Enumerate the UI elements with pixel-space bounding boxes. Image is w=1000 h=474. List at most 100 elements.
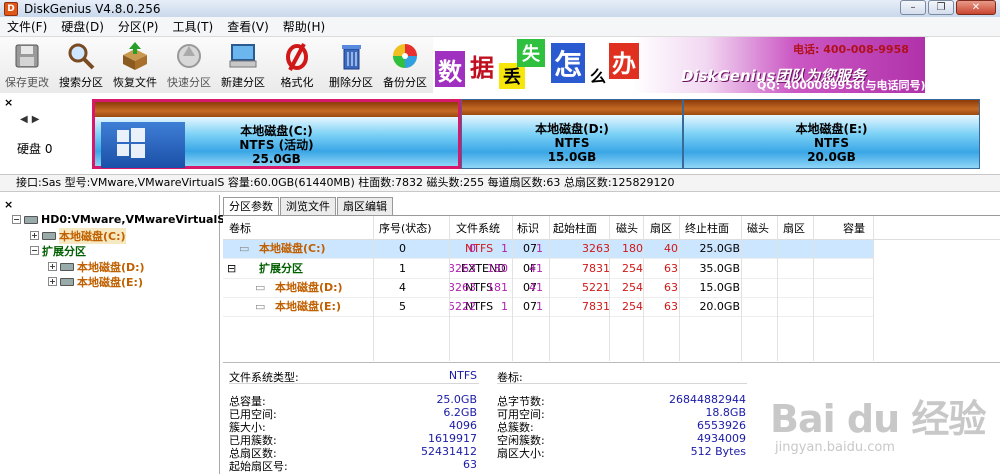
column-divider (512, 216, 513, 361)
format-button[interactable]: 格式化 (270, 37, 324, 93)
menu-help[interactable]: 帮助(H) (276, 18, 332, 35)
menu-file[interactable]: 文件(F) (0, 18, 54, 35)
cell-end-cyl: 3263 (582, 242, 610, 255)
tree-item-d[interactable]: + 本地磁盘(D:) (48, 259, 145, 274)
column-divider (449, 216, 450, 361)
tab-sector-edit[interactable]: 扇区编辑 (337, 197, 393, 215)
expand-icon[interactable]: + (48, 277, 57, 286)
ad-banner[interactable]: 数 据 丢 失 怎 么 办 电话: 400-008-9958 DiskGeniu… (433, 37, 925, 93)
save-changes-button[interactable]: 保存更改 (0, 37, 54, 93)
search-partition-label: 搜索分区 (59, 76, 103, 89)
col-header[interactable]: 容量 (843, 220, 865, 236)
backup-disc-icon (389, 41, 421, 71)
recover-files-label: 恢复文件 (113, 76, 157, 89)
close-button[interactable]: ✕ (956, 0, 996, 15)
detail-value: 4096 (449, 419, 477, 432)
trash-icon (335, 41, 367, 71)
cell-end-cyl: 7831 (582, 300, 610, 313)
partition-d-block[interactable]: 本地磁盘(D:) NTFS 15.0GB (461, 99, 683, 169)
cell-start-cyl: 0 (469, 242, 476, 255)
cell-start-head: 1 (501, 300, 508, 313)
cell-start-head: 1 (501, 242, 508, 255)
table-row[interactable]: ▭ 本地磁盘(C:) 0 NTFS 07 0 1 1 3263 180 40 2… (223, 240, 873, 259)
tree-item-label: 本地磁盘(D:) (77, 260, 145, 274)
partition-c-block[interactable]: 本地磁盘(C:) NTFS (活动) 25.0GB (92, 99, 461, 169)
expand-icon[interactable]: + (48, 262, 57, 271)
cell-start-sector: 1 (536, 300, 543, 313)
tree-close-icon[interactable]: × (4, 198, 13, 211)
col-header[interactable]: 磁头 (747, 220, 769, 236)
window-controls: – ❐ ✕ (900, 0, 996, 15)
table-row[interactable]: ▭ 本地磁盘(E:) 5 NTFS 07 5222 1 1 7831 254 6… (223, 298, 873, 317)
backup-partition-button[interactable]: 备份分区 (378, 37, 432, 93)
disk-label: 硬盘 0 (17, 142, 53, 156)
col-header[interactable]: 扇区 (650, 220, 672, 236)
row-drive-icon: ▭ (255, 281, 266, 294)
col-header[interactable]: 终止柱面 (685, 220, 729, 236)
partition-e-info: 本地磁盘(E:) NTFS 20.0GB (684, 122, 979, 164)
col-header[interactable]: 卷标 (229, 220, 251, 236)
menu-disk[interactable]: 硬盘(D) (54, 18, 111, 35)
disk-nav-arrows-icon[interactable]: ◀▶ (20, 114, 43, 125)
col-header[interactable]: 起始柱面 (553, 220, 597, 236)
tree-item-extended[interactable]: − 扩展分区 (30, 243, 86, 258)
search-partition-button[interactable]: 搜索分区 (54, 37, 108, 93)
col-header[interactable]: 磁头 (616, 220, 638, 236)
row-drive-icon: ▭ (255, 300, 266, 313)
menu-tools[interactable]: 工具(T) (166, 18, 221, 35)
magnifier-icon (65, 41, 97, 71)
col-header[interactable]: 标识 (517, 220, 539, 236)
menu-partition[interactable]: 分区(P) (111, 18, 166, 35)
col-header[interactable]: 序号(状态) (379, 220, 432, 236)
detail-value: 63 (463, 458, 477, 471)
col-header[interactable]: 扇区 (783, 220, 805, 236)
cell-end-sector: 40 (664, 242, 678, 255)
detail-value: 1619917 (428, 432, 477, 445)
tab-browse-files[interactable]: 浏览文件 (280, 197, 336, 215)
detail-value: 6.2GB (443, 406, 477, 419)
format-label: 格式化 (280, 76, 314, 89)
minimize-button[interactable]: – (900, 0, 926, 15)
hard-disk-icon (24, 215, 38, 224)
delete-partition-label: 删除分区 (329, 76, 373, 89)
tree-item-hd0[interactable]: − HD0:VMware,VMwareVirtualS (12, 212, 225, 227)
disk-map-close-icon[interactable]: × (4, 96, 13, 109)
menu-view[interactable]: 查看(V) (220, 18, 276, 35)
collapse-icon[interactable]: − (30, 246, 39, 255)
new-partition-label: 新建分区 (221, 76, 265, 89)
new-partition-button[interactable]: 新建分区 (216, 37, 270, 93)
tree-item-c[interactable]: + 本地磁盘(C:) (30, 227, 126, 244)
cell-end-head: 254 (622, 281, 643, 294)
partition-icon (60, 262, 74, 271)
tree-item-label: 扩展分区 (42, 244, 86, 258)
restore-button[interactable]: ❐ (928, 0, 954, 15)
detail-value: 25.0GB (436, 393, 477, 406)
quick-partition-button[interactable]: 快速分区 (162, 37, 216, 93)
delete-partition-button[interactable]: 删除分区 (324, 37, 378, 93)
cell-start-sector: 41 (529, 262, 543, 275)
partition-name: 本地磁盘(D:) (535, 122, 609, 136)
column-divider (549, 216, 550, 361)
recover-files-button[interactable]: 恢复文件 (108, 37, 162, 93)
baidu-watermark-url: jingyan.baidu.com (775, 440, 895, 455)
tab-partition-params[interactable]: 分区参数 (223, 197, 279, 215)
partition-usage-bar (462, 100, 682, 115)
collapse-icon[interactable]: − (12, 215, 21, 224)
partition-name: 本地磁盘(E:) (795, 122, 868, 136)
expand-icon[interactable]: + (30, 231, 39, 240)
table-row[interactable]: ⊟ 扩展分区 1 EXTEND 0F 3263 180 41 7831 254 … (223, 260, 873, 279)
backup-partition-label: 备份分区 (383, 76, 427, 89)
partition-size: 25.0GB (252, 152, 301, 166)
table-row[interactable]: ▭ 本地磁盘(D:) 4 NTFS 07 3263 181 41 5221 25… (223, 279, 873, 298)
cell-end-sector: 63 (664, 300, 678, 313)
cell-end-head: 254 (622, 262, 643, 275)
column-divider (813, 216, 814, 361)
banner-char: 据 (467, 47, 497, 83)
cell-volume: 本地磁盘(E:) (275, 300, 341, 313)
partition-e-block[interactable]: 本地磁盘(E:) NTFS 20.0GB (683, 99, 980, 169)
partition-table: 卷标 序号(状态) 文件系统 标识 起始柱面 磁头 扇区 终止柱面 磁头 扇区 … (223, 215, 1000, 361)
collapse-icon[interactable]: ⊟ (227, 260, 236, 278)
computer-icon (227, 41, 259, 71)
tree-item-e[interactable]: + 本地磁盘(E:) (48, 274, 143, 289)
col-header[interactable]: 文件系统 (456, 220, 500, 236)
